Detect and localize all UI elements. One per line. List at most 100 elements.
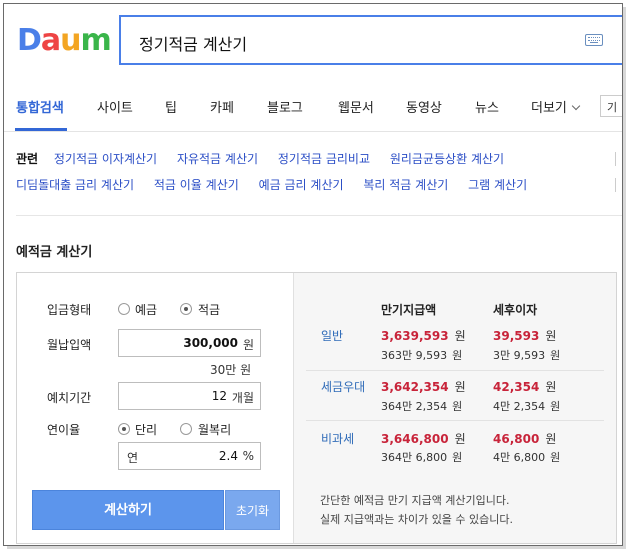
- unit: 원: [545, 380, 557, 394]
- daum-logo[interactable]: D a u m: [17, 22, 112, 58]
- maturity-amount-value: 3,642,354: [381, 380, 449, 394]
- rate-prefix: 연: [127, 451, 139, 465]
- savings-calculator: 입금형태 예금 적금 월납입액 300,000 원 30만 원 예치기간 12 …: [16, 272, 617, 544]
- window-shadow-right: [623, 7, 626, 548]
- interest-kr: 4만 6,800 원: [493, 449, 560, 465]
- reset-button[interactable]: 초기화: [225, 490, 280, 530]
- rate-input[interactable]: 연 2.4 %: [118, 442, 261, 470]
- rate-value: 2.4: [218, 449, 238, 463]
- logo-letter-d: D: [17, 23, 42, 58]
- interest-value: 39,593: [493, 329, 540, 343]
- radio-simple[interactable]: [118, 423, 130, 435]
- interest-value: 42,354: [493, 380, 540, 394]
- related-link[interactable]: 디딤돌대출 금리 계산기: [16, 178, 134, 192]
- result-row-label: 세금우대: [321, 380, 366, 394]
- maturity-amount-kr: 364만 2,354 원: [381, 398, 462, 414]
- row-divider: [306, 370, 604, 371]
- maturity-amount-kr: 364만 6,800 원: [381, 449, 462, 465]
- maturity-kr-value: 363만 9,593: [381, 349, 448, 362]
- period-input[interactable]: 12 개월: [118, 382, 261, 410]
- unit: 원: [452, 451, 463, 464]
- tab-more[interactable]: 더보기: [531, 97, 581, 116]
- monthly-amount-value: 300,000: [183, 336, 238, 350]
- unit: 원: [454, 329, 466, 343]
- related-link[interactable]: 정기적금 금리비교: [278, 152, 370, 166]
- radio-simple-label[interactable]: 단리: [135, 421, 157, 438]
- interest-kr-value: 4만 6,800: [493, 451, 546, 464]
- maturity-amount: 3,642,354 원: [381, 378, 466, 395]
- unit: 원: [454, 380, 466, 394]
- col-after-tax-interest: 세후이자: [493, 303, 538, 317]
- section-divider: [16, 215, 622, 216]
- col-maturity-amount: 만기지급액: [381, 303, 437, 317]
- tab-integrated[interactable]: 통합검색: [16, 97, 64, 116]
- maturity-amount: 3,639,593 원: [381, 327, 466, 344]
- related-link[interactable]: 정기적금 이자계산기: [54, 152, 157, 166]
- search-box[interactable]: 정기적금 계산기: [119, 15, 622, 65]
- monthly-amount-label: 월납입액: [47, 338, 92, 352]
- related-link[interactable]: 그램 계산기: [468, 178, 527, 192]
- interest-kr: 3만 9,593 원: [493, 347, 560, 363]
- browser-frame: D a u m 정기적금 계산기 통합검색 사이트 팁 카페 블로그 웹문서 동…: [3, 3, 623, 546]
- radio-deposit[interactable]: [118, 303, 130, 315]
- chevron-down-icon: [571, 101, 581, 111]
- radio-deposit-label[interactable]: 예금: [135, 301, 157, 318]
- period-unit: 개월: [231, 391, 254, 405]
- unit: 원: [452, 400, 463, 413]
- unit: 원: [452, 349, 463, 362]
- interest-value: 46,800: [493, 432, 540, 446]
- maturity-kr-value: 364만 6,800: [381, 451, 448, 464]
- unit: 원: [550, 349, 561, 362]
- row-divider: [306, 420, 604, 421]
- period-value: 12: [211, 389, 227, 403]
- maturity-amount-value: 3,639,593: [381, 329, 449, 343]
- tab-video[interactable]: 동영상: [406, 97, 442, 116]
- result-panel: 만기지급액 세후이자 일반 3,639,593 원 39,593 원 363만 9,…: [293, 273, 616, 543]
- tab-news[interactable]: 뉴스: [475, 97, 499, 116]
- tab-site[interactable]: 사이트: [97, 97, 133, 116]
- related-link[interactable]: 예금 금리 계산기: [259, 178, 344, 192]
- window-shadow-bottom: [7, 546, 626, 549]
- related-link[interactable]: 복리 적금 계산기: [363, 178, 448, 192]
- related-link[interactable]: 적금 이율 계산기: [154, 178, 239, 192]
- rate-label: 연이율: [47, 423, 81, 437]
- radio-monthly-compound-label[interactable]: 월복리: [198, 421, 231, 438]
- monthly-amount-hint: 30만 원: [210, 363, 252, 377]
- radio-installment[interactable]: [180, 303, 192, 315]
- tab-webdoc[interactable]: 웹문서: [338, 97, 374, 116]
- related-more-edge: [615, 178, 618, 192]
- monthly-amount-input[interactable]: 300,000 원: [118, 329, 261, 357]
- tab-more-label: 더보기: [531, 101, 567, 116]
- logo-letter-a: a: [40, 23, 61, 58]
- unit: 원: [545, 432, 557, 446]
- logo-letter-u: u: [60, 23, 81, 58]
- unit: 원: [454, 432, 466, 446]
- maturity-amount-value: 3,646,800: [381, 432, 449, 446]
- result-row-label: 비과세: [321, 432, 355, 446]
- maturity-amount: 3,646,800 원: [381, 430, 466, 447]
- calculator-title: 예적금 계산기: [16, 245, 93, 260]
- calculate-button[interactable]: 계산하기: [32, 490, 224, 530]
- related-link[interactable]: 자유적금 계산기: [177, 152, 258, 166]
- related-row-1: 관련 정기적금 이자계산기 자유적금 계산기 정기적금 금리비교 원리금균등상환…: [16, 150, 520, 167]
- related-more-edge: [615, 152, 618, 166]
- after-tax-interest: 46,800 원: [493, 430, 556, 447]
- unit: 원: [550, 400, 561, 413]
- keyboard-icon[interactable]: [585, 34, 603, 46]
- disclaimer-line-2: 실제 지급액과는 차이가 있을 수 있습니다.: [320, 513, 514, 526]
- related-row-2: 디딤돌대출 금리 계산기 적금 이율 계산기 예금 금리 계산기 복리 적금 계…: [16, 176, 543, 193]
- nav-divider: [4, 131, 622, 132]
- related-link[interactable]: 원리금균등상환 계산기: [390, 152, 504, 166]
- maturity-kr-value: 364만 2,354: [381, 400, 448, 413]
- interest-kr: 4만 2,354 원: [493, 398, 560, 414]
- maturity-amount-kr: 363만 9,593 원: [381, 347, 462, 363]
- search-input[interactable]: 정기적금 계산기: [139, 31, 247, 55]
- radio-monthly-compound[interactable]: [180, 423, 192, 435]
- radio-installment-label[interactable]: 적금: [198, 301, 220, 318]
- tab-cafe[interactable]: 카페: [210, 97, 234, 116]
- tab-blog[interactable]: 블로그: [267, 97, 303, 116]
- interest-kr-value: 4만 2,354: [493, 400, 546, 413]
- nav-extra-box[interactable]: 기: [600, 95, 622, 117]
- disclaimer-line-1: 간단한 예적금 만기 지급액 계산기입니다.: [320, 494, 510, 507]
- tab-tip[interactable]: 팁: [165, 97, 177, 116]
